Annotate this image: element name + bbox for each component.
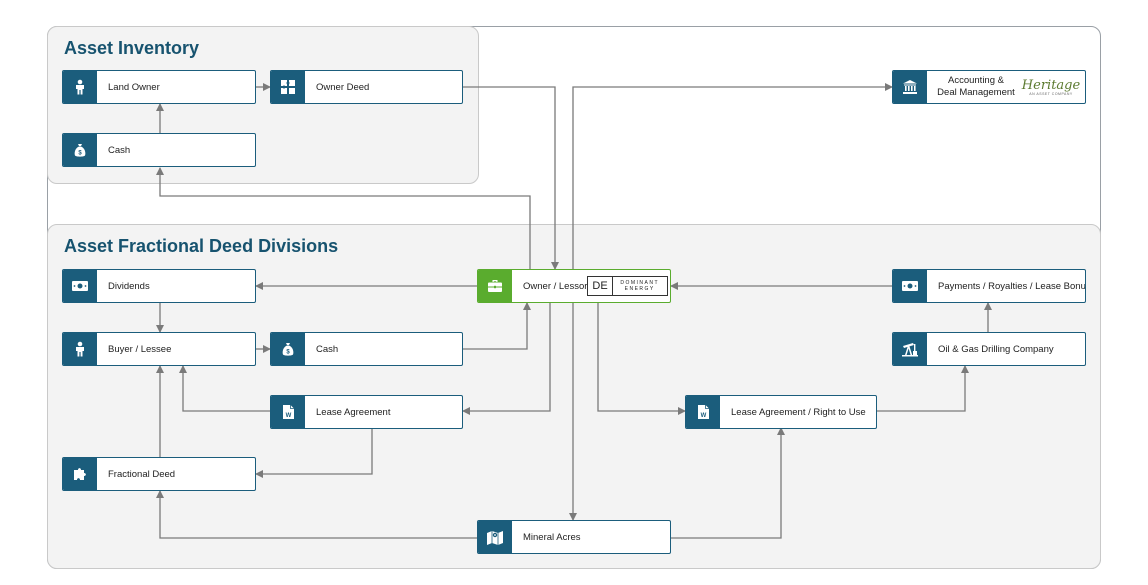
accounting-line2: Deal Management	[937, 87, 1015, 98]
node-payments[interactable]: Payments / Royalties / Lease Bonus	[892, 269, 1086, 303]
conn-ownerdeed-owner	[463, 86, 559, 270]
svg-text:W: W	[285, 413, 291, 419]
conn-owner-leaseright	[597, 303, 686, 415]
node-fractional-deed[interactable]: Fractional Deed	[62, 457, 256, 491]
puzzle-icon	[271, 71, 305, 103]
banknote-icon	[63, 270, 97, 302]
conn-lease-fracdeed	[255, 428, 373, 478]
node-buyer-lessee[interactable]: Buyer / Lessee	[62, 332, 256, 366]
document-icon: W	[686, 396, 720, 428]
node-owner-deed[interactable]: Owner Deed	[270, 70, 463, 104]
briefcase-icon	[478, 270, 512, 302]
money-bag-icon: $	[271, 333, 305, 365]
node-mineral-acres[interactable]: Mineral Acres	[477, 520, 671, 554]
money-bag-icon: $	[63, 134, 97, 166]
banknote-icon	[893, 270, 927, 302]
heritage-logo: Heritage AN ASSET COMPANY	[1021, 77, 1081, 96]
conn-lease-buyer	[179, 365, 270, 412]
node-label: Payments / Royalties / Lease Bonus	[938, 280, 1086, 292]
conn-mineral-fracdeed	[156, 490, 477, 539]
node-label: Fractional Deed	[108, 468, 176, 480]
node-cash-inventory[interactable]: $ Cash	[62, 133, 256, 167]
bank-icon	[893, 71, 927, 103]
node-accounting[interactable]: Accounting & Deal Management Heritage AN…	[892, 70, 1086, 104]
diagram-canvas: Asset Inventory Asset Fractional Deed Di…	[0, 0, 1148, 585]
node-label: Lease Agreement	[316, 406, 391, 418]
node-label: Dividends	[108, 280, 150, 292]
conn-owner-lease	[462, 303, 551, 415]
accounting-line1: Accounting &	[948, 75, 1004, 86]
node-label: Buyer / Lessee	[108, 343, 172, 355]
node-label: Cash	[108, 144, 131, 156]
conn-cash-owner	[463, 302, 531, 350]
node-label: Mineral Acres	[523, 531, 581, 543]
node-dividends[interactable]: Dividends	[62, 269, 256, 303]
node-label: Land Owner	[108, 81, 160, 93]
person-icon	[63, 333, 97, 365]
node-label: Accounting & Deal Management	[927, 71, 1025, 103]
conn-mineral-leaseright	[671, 427, 785, 539]
document-icon: W	[271, 396, 305, 428]
node-label: Cash	[316, 343, 339, 355]
conn-leaseright-oilgas	[877, 365, 969, 412]
node-owner-lessor[interactable]: Owner / Lessor DE DOMINANT ENERGY	[477, 269, 671, 303]
node-land-owner[interactable]: Land Owner	[62, 70, 256, 104]
conn-owner-accounting	[572, 83, 893, 269]
oil-pump-icon	[893, 333, 927, 365]
node-label: Owner / Lessor	[523, 280, 588, 292]
node-label: Lease Agreement / Right to Use	[731, 406, 866, 418]
puzzle-piece-icon	[63, 458, 97, 490]
node-label: Owner Deed	[316, 81, 370, 93]
dominant-energy-logo: DE DOMINANT ENERGY	[587, 276, 668, 296]
node-cash-fractional[interactable]: $ Cash	[270, 332, 463, 366]
person-icon	[63, 71, 97, 103]
node-oil-gas[interactable]: Oil & Gas Drilling Company	[892, 332, 1086, 366]
node-label: Oil & Gas Drilling Company	[938, 343, 1054, 355]
node-lease-right[interactable]: W Lease Agreement / Right to Use	[685, 395, 877, 429]
map-icon	[478, 521, 512, 553]
conn-owner-cash-inventory	[156, 167, 531, 269]
node-lease-agreement[interactable]: W Lease Agreement	[270, 395, 463, 429]
svg-text:W: W	[700, 413, 706, 419]
